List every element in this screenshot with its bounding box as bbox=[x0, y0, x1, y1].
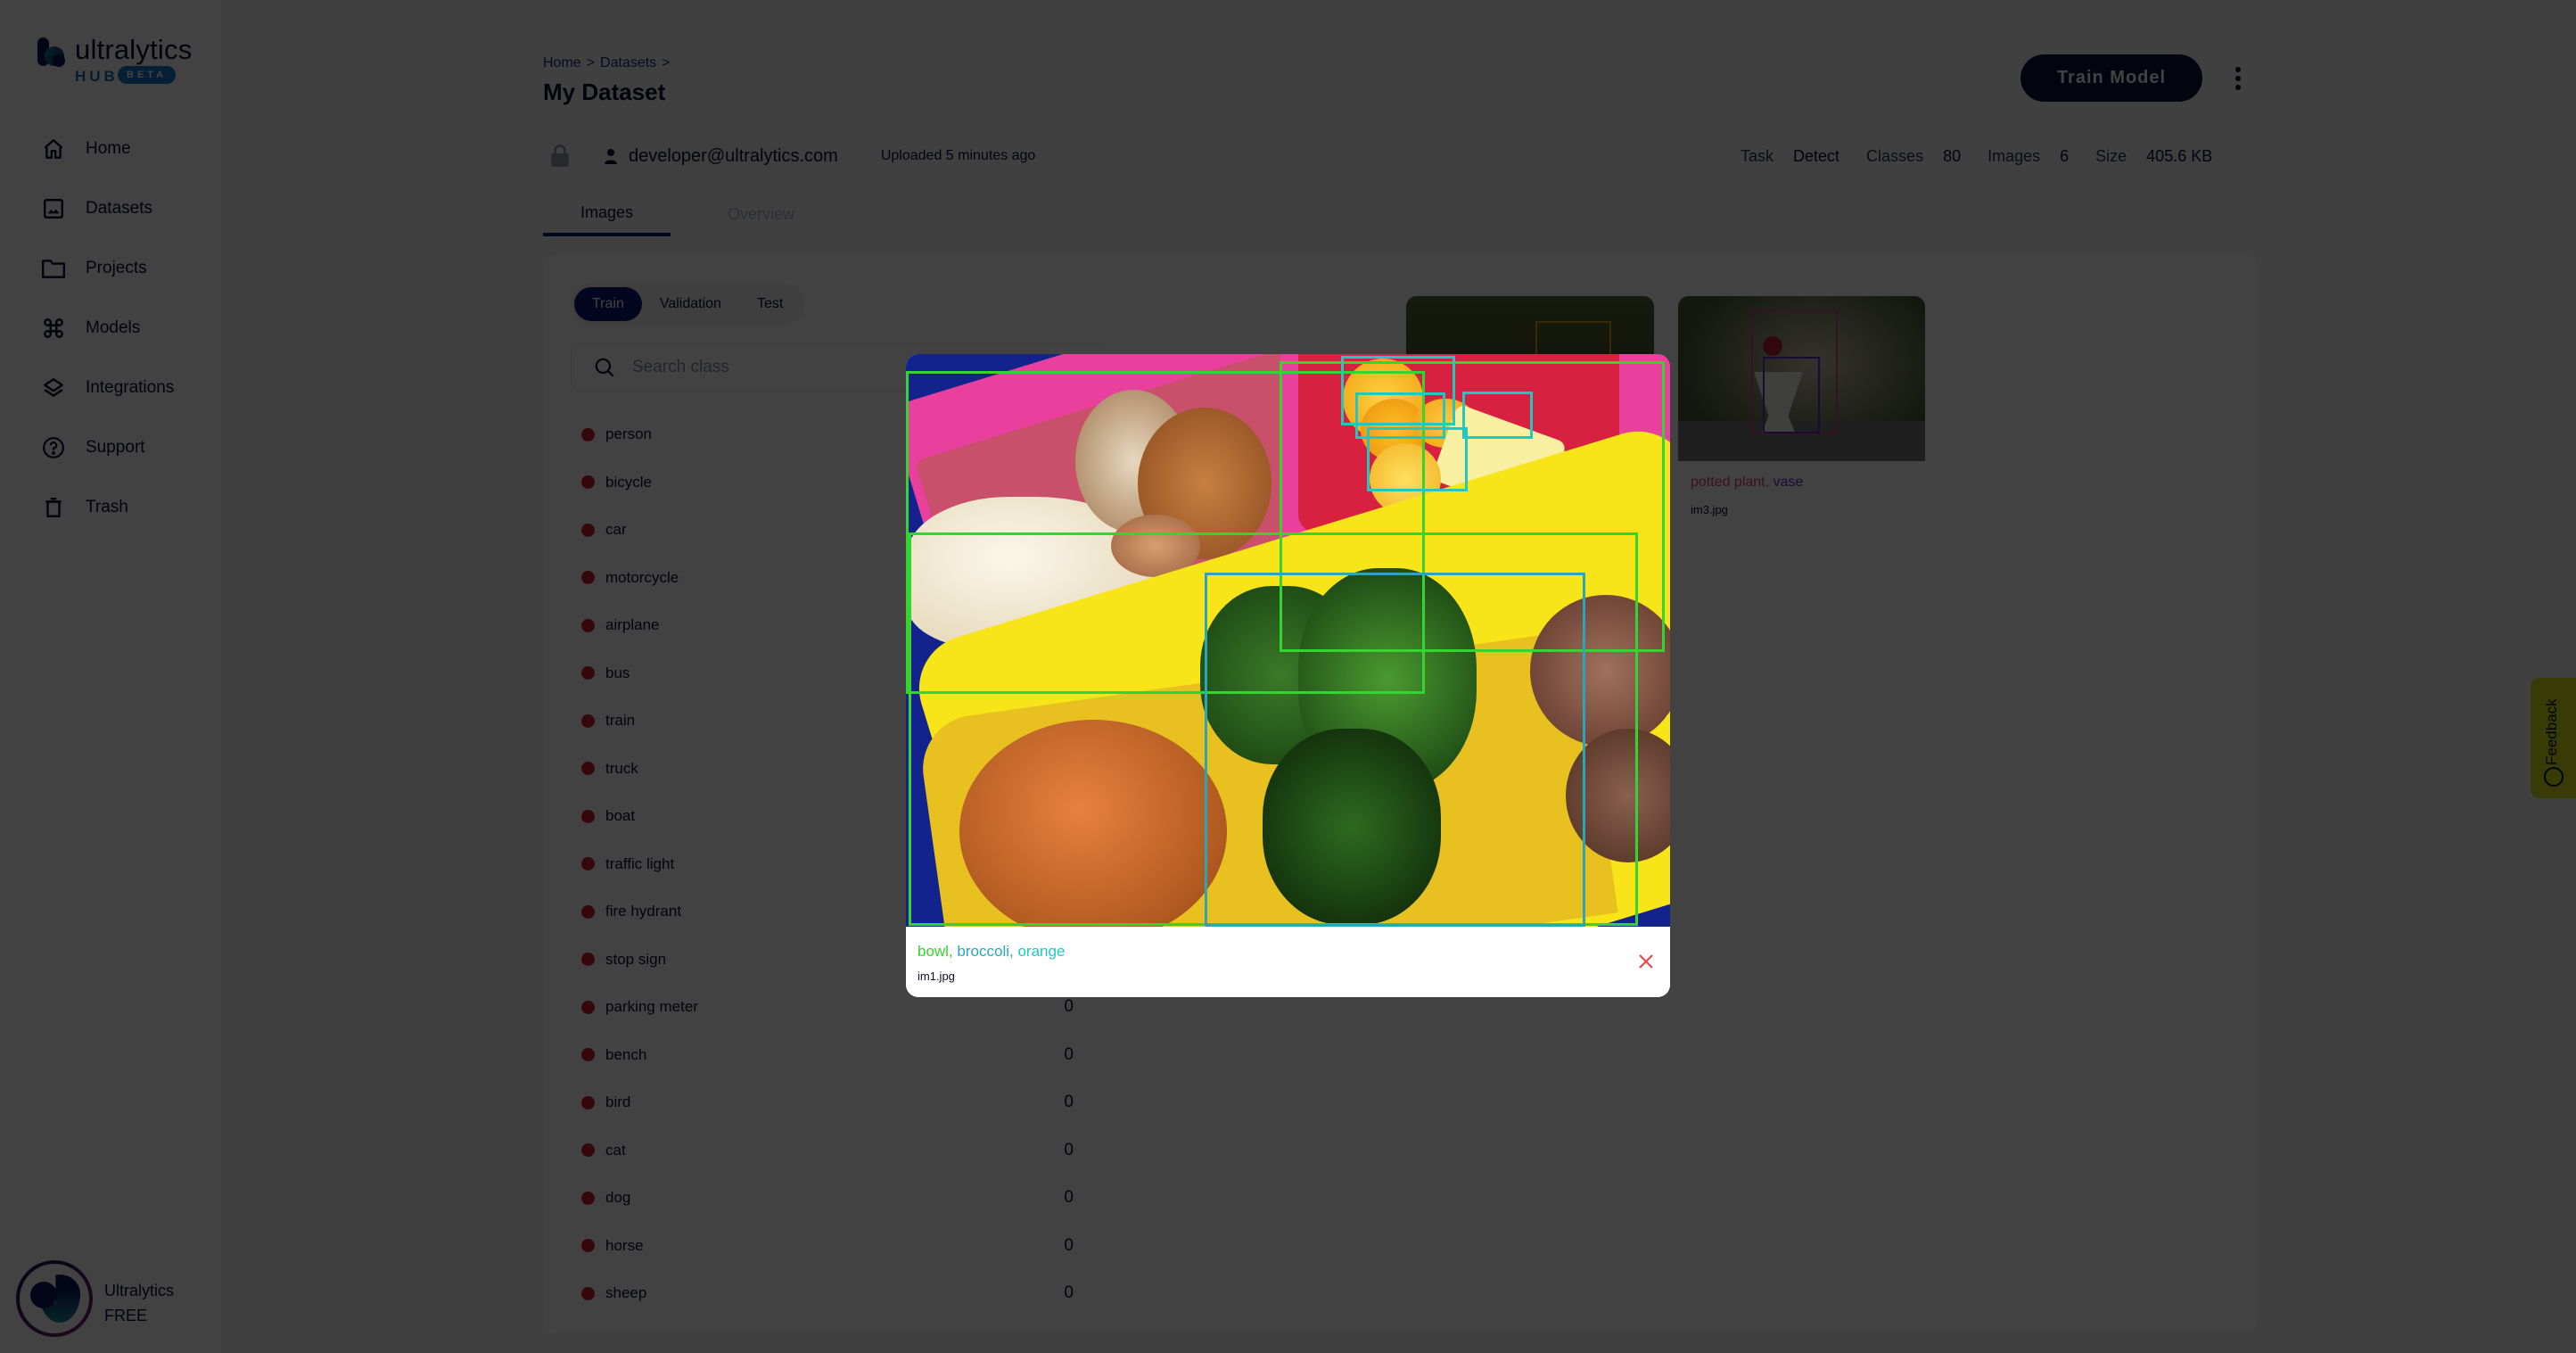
preview-image bbox=[906, 354, 1670, 927]
bounding-box-broccoli bbox=[1205, 573, 1585, 927]
close-icon[interactable] bbox=[1633, 948, 1659, 975]
image-preview-modal: bowl, broccoli, orange im1.jpg bbox=[906, 354, 1670, 997]
modal-footer: bowl, broccoli, orange im1.jpg bbox=[906, 927, 1670, 997]
label-broccoli: broccoli bbox=[957, 943, 1010, 960]
label-bowl: bowl bbox=[918, 943, 949, 960]
image-filename: im1.jpg bbox=[918, 969, 955, 983]
bounding-box-orange bbox=[1462, 392, 1533, 439]
image-labels: bowl, broccoli, orange bbox=[918, 943, 1066, 960]
bounding-box-orange bbox=[1367, 427, 1468, 491]
label-orange: orange bbox=[1017, 943, 1066, 960]
